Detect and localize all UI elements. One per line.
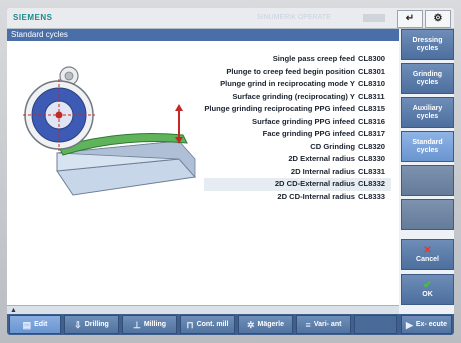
grinding-illustration [23, 66, 196, 196]
grinding-cycles-softkey[interactable]: Grinding cycles [401, 63, 454, 94]
list-item[interactable]: Single pass creep feed CL8300 [204, 53, 391, 66]
mageria-label: Mägerle [257, 320, 284, 328]
horizontal-softkey-bar: ▤ Edit ⇩ Drilling ⊥ Milling ⊓ Cont. mill… [7, 314, 454, 335]
variant-label: Vari- ant [313, 320, 342, 328]
drilling-label: Drilling [84, 320, 109, 328]
drilling-softkey[interactable]: ⇩ Drilling [64, 315, 119, 334]
vertical-softkey-bar: Dressing cycles Grinding cycles Auxiliar… [401, 29, 454, 305]
contour-milling-icon: ⊓ [186, 319, 194, 330]
list-item[interactable]: Surface grinding PPG infeed CL8316 [204, 116, 391, 129]
list-item[interactable]: Plunge grinding reciprocating PPG infeed… [204, 103, 391, 116]
standard-cycles-softkey[interactable]: Standard cycles [401, 131, 454, 162]
list-item[interactable]: CD Grinding CL8320 [204, 141, 391, 154]
ok-label: OK [422, 290, 433, 298]
return-icon[interactable]: ↵ [397, 10, 423, 28]
execute-softkey[interactable]: ▶ Ex- ecute [401, 315, 452, 334]
top-mode-text: SINUMERIK OPERATE [257, 14, 331, 21]
machine-icon[interactable]: ⚙ [425, 10, 451, 28]
empty-softkey-6[interactable] [401, 199, 454, 230]
list-item[interactable]: Face grinding PPG infeed CL8317 [204, 128, 391, 141]
dressing-cycles-softkey[interactable]: Dressing cycles [401, 29, 454, 60]
execute-icon: ▶ [405, 319, 413, 330]
cancel-icon: ✕ [423, 244, 432, 256]
milling-softkey[interactable]: ⊥ Milling [122, 315, 177, 334]
list-item[interactable]: Surface grinding (reciprocating) Y CL8311 [204, 91, 391, 104]
cont-mill-softkey[interactable]: ⊓ Cont. mill [180, 315, 235, 334]
milling-label: Milling [143, 320, 166, 328]
list-item[interactable]: 2D CD-Internal radius CL8333 [204, 191, 391, 204]
milling-icon: ⊥ [132, 319, 141, 330]
list-item[interactable]: 2D External radius CL8330 [204, 153, 391, 166]
list-item[interactable]: 2D Internal radius CL8331 [204, 166, 391, 179]
empty-softkey-5[interactable] [401, 165, 454, 196]
list-item[interactable]: Plunge grind in reciprocating mode Y CL83… [204, 78, 391, 91]
cycle-list: Single pass creep feed CL8300 Plunge to c… [204, 53, 391, 203]
list-item[interactable]: Plunge to creep feed begin position CL830… [204, 66, 391, 79]
cycle-panel: Single pass creep feed CL8300 Plunge to c… [7, 41, 399, 305]
hmi-screen: SIEMENS SINUMERIK OPERATE ↵ ⚙ Standard c… [7, 8, 454, 335]
siemens-logo: SIEMENS [13, 13, 53, 22]
mageria-softkey[interactable]: ✲ Mägerle [238, 315, 293, 334]
edit-icon: ▤ [22, 319, 32, 330]
checkmark-icon: ✔ [423, 279, 432, 291]
page-title: Standard cycles [7, 29, 399, 41]
execute-label: Ex- ecute [415, 320, 448, 328]
cancel-softkey[interactable]: ✕ Cancel [401, 239, 454, 270]
drilling-icon: ⇩ [74, 319, 82, 330]
list-item-selected[interactable]: 2D CD-External radius CL8332 [204, 178, 391, 191]
cancel-label: Cancel [416, 255, 439, 263]
auxiliary-cycles-softkey[interactable]: Auxiliary cycles [401, 97, 454, 128]
ok-softkey[interactable]: ✔ OK [401, 274, 454, 305]
top-status-field [363, 14, 385, 22]
top-bar: SIEMENS SINUMERIK OPERATE ↵ ⚙ [7, 8, 454, 29]
grinding-icon: ✲ [246, 319, 255, 330]
cont-mill-label: Cont. mill [196, 320, 229, 328]
edit-softkey[interactable]: ▤ Edit [9, 315, 61, 334]
variant-softkey[interactable]: ≡ Vari- ant [296, 315, 351, 334]
variant-icon: ≡ [305, 319, 311, 330]
edit-label: Edit [34, 320, 48, 328]
empty-hsoftkey[interactable] [354, 315, 397, 334]
